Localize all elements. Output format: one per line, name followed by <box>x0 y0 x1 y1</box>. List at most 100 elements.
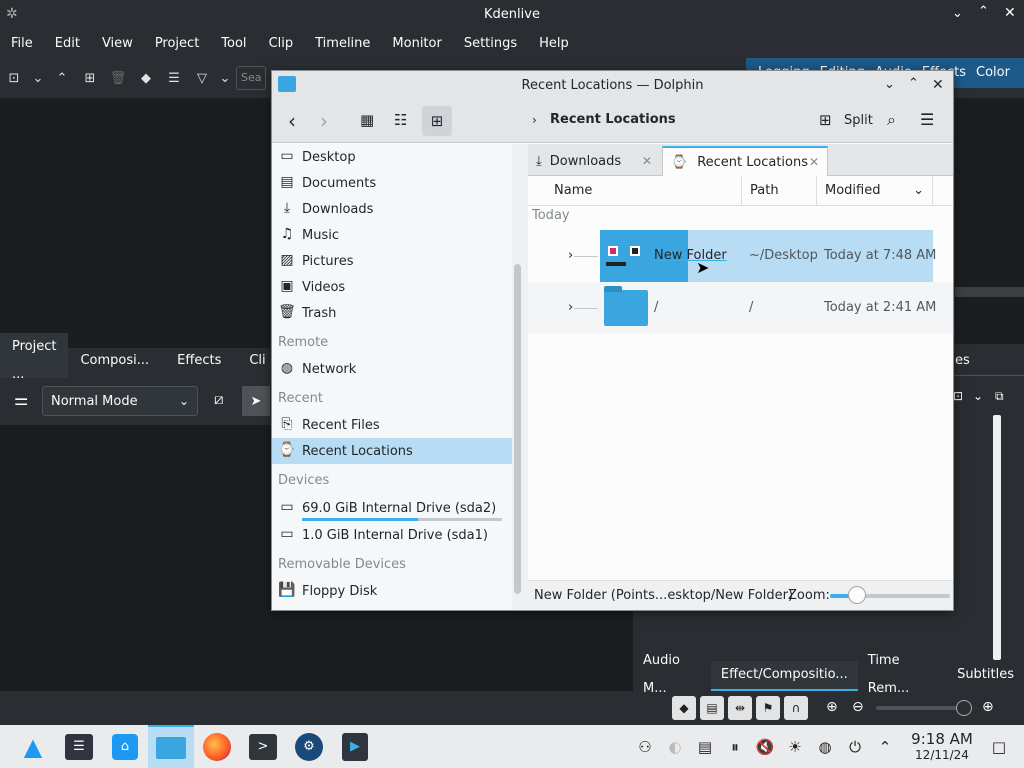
breadcrumb[interactable]: Recent Locations <box>550 112 676 127</box>
maximize-icon[interactable]: ⌃ <box>978 4 989 19</box>
chevron-down-icon[interactable]: ⌄ <box>28 62 48 94</box>
details-view-icon[interactable]: ⊞ <box>422 106 452 136</box>
brightness-icon[interactable]: ☀ <box>780 725 810 768</box>
minimize-icon[interactable]: ⌄ <box>884 77 895 92</box>
tab-recent-locations[interactable]: ⌚ Recent Locations ✕ <box>662 146 828 176</box>
list-view-icon[interactable]: ☰ <box>160 62 188 94</box>
file-name[interactable]: / <box>654 282 658 334</box>
menu-project[interactable]: Project <box>144 30 210 58</box>
menu-monitor[interactable]: Monitor <box>381 30 452 58</box>
chevron-up-icon[interactable]: ⌃ <box>48 62 76 94</box>
places-item-floppy[interactable]: 💾 Floppy Disk <box>272 578 512 604</box>
disabled-indicator-icon[interactable]: ◐ <box>660 725 690 768</box>
minimize-icon[interactable]: ⌄ <box>952 6 963 21</box>
places-item-documents[interactable]: ▤ Documents <box>272 170 512 196</box>
firefox-icon[interactable] <box>194 725 240 768</box>
places-item-network[interactable]: ◍ Network <box>272 356 512 382</box>
forward-arrow-icon[interactable]: › <box>320 109 328 133</box>
menu-file[interactable]: File <box>0 30 44 58</box>
expand-chevron-icon[interactable]: › <box>568 230 573 282</box>
delete-icon[interactable]: 🗑 <box>104 62 132 94</box>
places-item-music[interactable]: ♫ Music <box>272 222 512 248</box>
chevron-down-icon[interactable]: ⌄ <box>216 62 234 94</box>
panel-option-icon[interactable]: ⊡ <box>953 389 963 403</box>
places-item-recent-files[interactable]: ⎘ Recent Files <box>272 412 512 438</box>
split-view-icon[interactable]: ⊞ <box>819 111 832 129</box>
clock[interactable]: 9:18 AM 12/11/24 <box>906 731 978 763</box>
konsole-icon[interactable]: > <box>240 725 286 768</box>
tab-compositions[interactable]: Composi... <box>68 347 161 377</box>
column-modified[interactable]: Modified ⌄ <box>817 176 933 206</box>
close-icon[interactable]: ✕ <box>932 77 944 93</box>
places-scrollbar[interactable] <box>512 144 528 610</box>
file-name[interactable]: New Folder <box>654 230 727 282</box>
tab-downloads[interactable]: ⤓ Downloads ✕ <box>528 146 660 176</box>
icons-view-icon[interactable]: ▦ <box>360 111 374 129</box>
search-icon[interactable]: ⌕ <box>887 110 896 130</box>
system-settings-icon[interactable]: ☰ <box>56 725 102 768</box>
app-launcher-icon[interactable]: ▲ <box>10 725 56 768</box>
network-icon[interactable]: ◍ <box>810 725 840 768</box>
kdenlive-taskbar-icon[interactable]: ▶ <box>332 725 378 768</box>
tag-icon[interactable]: ◆ <box>672 696 696 720</box>
flag-icon[interactable]: ⚑ <box>756 696 780 720</box>
zoom-fit-icon[interactable]: ⊕ <box>982 699 994 715</box>
menu-help[interactable]: Help <box>528 30 580 58</box>
menu-clip[interactable]: Clip <box>258 30 305 58</box>
new-folder-icon[interactable]: ⊞ <box>76 62 104 94</box>
close-tab-icon[interactable]: ✕ <box>809 155 819 169</box>
clipboard-icon[interactable]: ▤ <box>690 725 720 768</box>
column-path[interactable]: Path <box>742 176 817 206</box>
maximize-icon[interactable]: ⌃ <box>908 76 919 91</box>
close-tab-icon[interactable]: ✕ <box>642 154 652 168</box>
snap-icon[interactable]: ∩ <box>784 696 808 720</box>
volume-muted-icon[interactable]: 🔇 <box>750 725 780 768</box>
scrollbar-thumb[interactable] <box>514 264 521 594</box>
steam-icon[interactable]: ⚙ <box>286 725 332 768</box>
layout-color[interactable]: Color <box>971 58 1015 88</box>
add-clip-icon[interactable]: ⊡ <box>0 62 28 94</box>
discover-store-icon[interactable]: ⌂ <box>102 725 148 768</box>
expand-chevron-icon[interactable]: › <box>568 282 573 334</box>
zoom-slider-handle[interactable] <box>848 586 866 604</box>
menu-timeline[interactable]: Timeline <box>304 30 381 58</box>
file-row[interactable]: › / / Today at 2:41 AM <box>528 282 953 334</box>
back-arrow-icon[interactable]: ‹ <box>288 109 296 133</box>
power-icon[interactable]: ⏻ <box>840 725 870 768</box>
close-icon[interactable]: ✕ <box>1004 5 1016 21</box>
places-item-pictures[interactable]: ▨ Pictures <box>272 248 512 274</box>
spacer-tool-icon[interactable]: ⧄ <box>214 390 224 408</box>
compact-view-icon[interactable]: ☷ <box>394 111 407 129</box>
tab-effects[interactable]: Effects <box>161 347 237 377</box>
places-item-trash[interactable]: 🗑 Trash <box>272 300 512 326</box>
scrollbar[interactable] <box>993 415 1001 660</box>
places-item-downloads[interactable]: ⤓ Downloads <box>272 196 512 222</box>
places-item-videos[interactable]: ▣ Videos <box>272 274 512 300</box>
chevron-down-icon[interactable]: ⌄ <box>973 389 983 403</box>
chevron-up-icon[interactable]: ⌃ <box>870 725 900 768</box>
places-item-drive-sda2[interactable]: ▭ 69.0 GiB Internal Drive (sda2) <box>272 494 512 522</box>
file-row[interactable]: › New Folder ~/Desktop Today at 7:48 AM … <box>528 230 953 282</box>
split-button[interactable]: Split <box>844 113 873 128</box>
hamburger-menu-icon[interactable]: ☰ <box>920 110 934 129</box>
tab-subtitles[interactable]: Subtitles <box>947 661 1024 691</box>
edit-mode-select[interactable]: Normal Mode ⌄ <box>42 386 198 416</box>
timeline-zoom-slider[interactable] <box>876 706 968 710</box>
zoom-slider-handle[interactable] <box>956 700 972 716</box>
tag-icon[interactable]: ◆ <box>132 62 160 94</box>
menu-edit[interactable]: Edit <box>44 30 91 58</box>
film-icon[interactable]: ▤ <box>700 696 724 720</box>
connect-icon[interactable]: ⚇ <box>630 725 660 768</box>
places-item-desktop[interactable]: ▭ Desktop <box>272 144 512 170</box>
mix-icon[interactable]: ⇹ <box>728 696 752 720</box>
menu-settings[interactable]: Settings <box>453 30 528 58</box>
dolphin-taskbar-icon[interactable] <box>148 725 194 768</box>
menu-view[interactable]: View <box>91 30 144 58</box>
zoom-in-icon[interactable]: ⊕ <box>826 699 838 715</box>
zoom-out-icon[interactable]: ⊖ <box>852 699 864 715</box>
filter-icon[interactable]: ▽ <box>188 62 216 94</box>
tab-effect-composition[interactable]: Effect/Compositio... <box>710 661 858 691</box>
column-name[interactable]: Name <box>528 176 742 206</box>
copy-icon[interactable]: ⧉ <box>995 389 1004 404</box>
settings-sliders-icon[interactable]: ⚌ <box>14 390 28 409</box>
